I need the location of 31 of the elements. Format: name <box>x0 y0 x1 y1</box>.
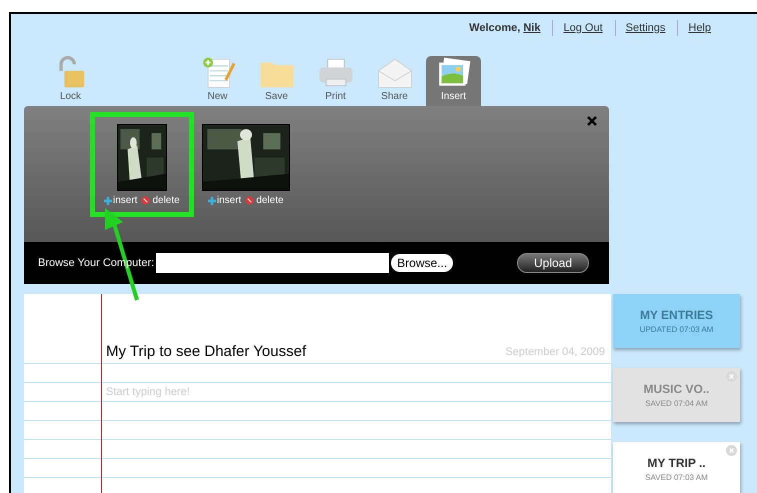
delete-icon <box>141 196 150 205</box>
upload-button[interactable]: Upload <box>517 253 589 273</box>
entry-tab-title: MY TRIP .. <box>647 455 706 472</box>
entry-tab-time: SAVED 07:03 AM <box>645 472 708 484</box>
insert-link[interactable]: insert <box>208 193 242 208</box>
header-link[interactable]: Help <box>677 20 711 36</box>
delete-link[interactable]: delete <box>245 193 284 208</box>
header-link[interactable]: Log Out <box>552 20 603 36</box>
welcome-text: Welcome, Nik <box>469 20 540 36</box>
close-icon[interactable] <box>587 116 597 126</box>
toolbar-button[interactable]: Insert <box>426 56 481 106</box>
toolbar-button[interactable]: Print <box>308 56 363 106</box>
entry-tab-title: MUSIC VO.. <box>643 381 710 398</box>
plus-icon <box>208 196 216 204</box>
toolbar-button[interactable]: New <box>190 56 245 106</box>
user-link[interactable]: Nik <box>523 22 540 34</box>
entry-tab-title: MY ENTRIES <box>640 307 714 324</box>
toolbar-button[interactable]: Save <box>249 56 304 106</box>
plus-icon <box>104 196 112 204</box>
toolbar-button[interactable]: Lock <box>43 56 98 106</box>
delete-link[interactable]: delete <box>141 193 180 208</box>
delete-icon <box>245 196 254 205</box>
insert-link[interactable]: insert <box>104 193 138 208</box>
entry-tab-time: UPDATED 07:03 AM <box>640 324 714 336</box>
header-link[interactable]: Settings <box>614 20 666 36</box>
entry-tab[interactable]: MY TRIP .. SAVED 07:03 AM <box>613 442 740 493</box>
browse-button[interactable]: Browse... <box>391 254 454 272</box>
entry-title[interactable]: My Trip to see Dhafer Youssef <box>106 340 306 363</box>
toolbar-button[interactable]: Share <box>367 56 422 106</box>
entry-tab-time: SAVED 07:04 AM <box>645 398 708 410</box>
file-path-field[interactable] <box>156 253 390 273</box>
